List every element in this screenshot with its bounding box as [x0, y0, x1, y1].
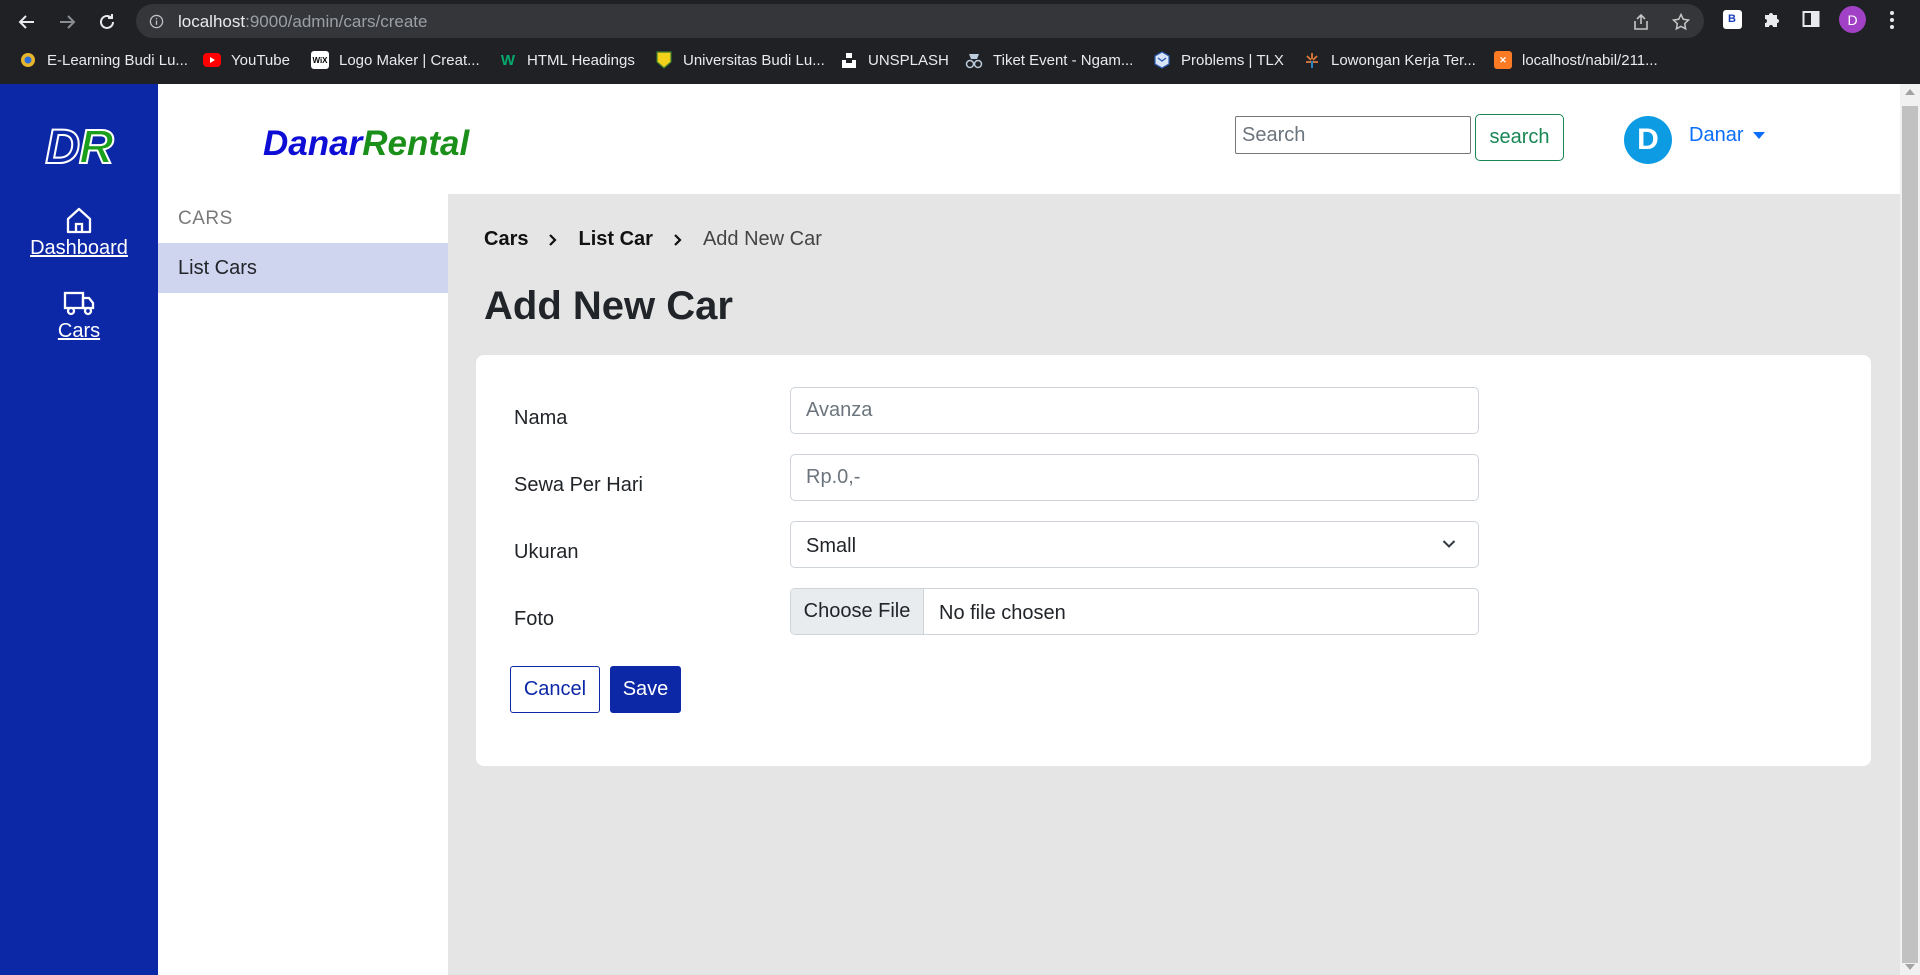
- scroll-down-arrow-icon[interactable]: [1905, 964, 1915, 970]
- address-bar[interactable]: localhost:9000/admin/cars/create: [136, 4, 1704, 38]
- form-card: Nama Sewa Per Hari Ukuran Small Foto Cho…: [476, 355, 1871, 766]
- bookmark-unsplash[interactable]: UNSPLASH: [840, 50, 949, 70]
- bookmark-tiket-event[interactable]: Tiket Event - Ngam...: [965, 50, 1133, 70]
- search-input[interactable]: [1235, 116, 1471, 154]
- rail-item-cars[interactable]: Cars: [0, 288, 158, 343]
- search-button[interactable]: search: [1475, 114, 1564, 161]
- unsplash-favicon: [840, 51, 858, 69]
- chevron-down-icon: [1442, 540, 1456, 548]
- app: DR Dashboard Cars DanarRental search D D…: [0, 84, 1920, 975]
- bookmark-problems-tlx[interactable]: Problems | TLX: [1153, 50, 1284, 70]
- sewa-per-hari-input[interactable]: [790, 454, 1479, 501]
- youtube-favicon: [203, 51, 221, 69]
- bookmark-elearning[interactable]: E-Learning Budi Lu...: [19, 50, 188, 70]
- caret-down-icon: [1753, 132, 1766, 139]
- avatar[interactable]: D: [1624, 116, 1672, 164]
- secondary-sidebar: CARS List Cars: [158, 194, 448, 975]
- bookmark-star-icon[interactable]: [1672, 13, 1690, 31]
- main-content: Cars List Car Add New Car Add New Car Na…: [448, 194, 1900, 975]
- top-header: DanarRental search D Danar: [158, 84, 1900, 194]
- ukuran-label: Ukuran: [514, 541, 579, 563]
- forward-arrow-icon[interactable]: [53, 8, 81, 36]
- site-info-icon[interactable]: [149, 14, 164, 29]
- bookmark-html-headings[interactable]: W HTML Headings: [499, 50, 635, 70]
- ticket-favicon: [965, 51, 983, 69]
- user-name: Danar: [1689, 124, 1744, 146]
- scrollbar-thumb[interactable]: [1902, 106, 1918, 963]
- bookmark-logo-maker[interactable]: WiX Logo Maker | Creat...: [311, 50, 480, 70]
- left-rail: DR Dashboard Cars: [0, 84, 158, 975]
- user-dropdown[interactable]: Danar: [1689, 124, 1766, 147]
- foto-file-input[interactable]: Choose File No file chosen: [790, 588, 1479, 635]
- browser-chrome: localhost:9000/admin/cars/create B D E-L…: [0, 0, 1920, 84]
- scroll-up-arrow-icon[interactable]: [1905, 89, 1915, 95]
- page-title: Add New Car: [484, 284, 733, 328]
- breadcrumb-current: Add New Car: [702, 228, 822, 250]
- chevron-right-icon: [674, 233, 682, 246]
- brand-logo[interactable]: DanarRental: [263, 124, 469, 164]
- nama-input[interactable]: [790, 387, 1479, 434]
- bookmark-universitas[interactable]: Universitas Budi Lu...: [655, 50, 825, 70]
- choose-file-button[interactable]: Choose File: [791, 589, 924, 634]
- back-arrow-icon[interactable]: [13, 8, 41, 36]
- home-icon: [66, 207, 92, 234]
- foto-label: Foto: [514, 608, 555, 630]
- truck-icon: [63, 291, 95, 316]
- sidebar-heading: CARS: [178, 208, 233, 229]
- bookmark-lowongan-kerja[interactable]: Lowongan Kerja Ter...: [1303, 50, 1476, 70]
- rail-item-dashboard[interactable]: Dashboard: [0, 205, 158, 260]
- extension-b-icon[interactable]: B: [1721, 8, 1743, 30]
- breadcrumb: Cars List Car Add New Car: [484, 228, 822, 251]
- side-panel-icon[interactable]: [1800, 8, 1822, 30]
- bookmarks-bar: E-Learning Budi Lu... YouTube WiX Logo M…: [0, 44, 1920, 76]
- university-favicon: [655, 51, 673, 69]
- ukuran-select[interactable]: Small: [790, 521, 1479, 568]
- breadcrumb-list-car[interactable]: List Car: [578, 228, 652, 251]
- nama-label: Nama: [514, 407, 568, 429]
- profile-avatar[interactable]: D: [1839, 6, 1866, 33]
- file-status-text: No file chosen: [939, 602, 1066, 624]
- cancel-button[interactable]: Cancel: [510, 666, 600, 713]
- breadcrumb-cars[interactable]: Cars: [484, 228, 528, 251]
- wix-favicon: WiX: [311, 51, 329, 69]
- rail-logo: DR: [44, 120, 114, 175]
- reload-icon[interactable]: [93, 8, 121, 36]
- tlx-favicon: [1153, 51, 1171, 69]
- url-text: localhost:9000/admin/cars/create: [178, 12, 428, 31]
- elearning-favicon: [19, 51, 37, 69]
- sidebar-item-list-cars[interactable]: List Cars: [158, 243, 448, 293]
- share-icon[interactable]: [1632, 13, 1650, 31]
- w3schools-favicon: W: [500, 51, 516, 69]
- page-scrollbar[interactable]: [1900, 84, 1920, 975]
- sidebar-item-label: List Cars: [178, 257, 257, 279]
- bookmark-youtube[interactable]: YouTube: [203, 50, 290, 70]
- menu-kebab-icon[interactable]: [1884, 9, 1900, 31]
- jobs-favicon: [1303, 51, 1321, 69]
- sewa-label: Sewa Per Hari: [514, 474, 643, 496]
- chevron-right-icon: [549, 233, 558, 246]
- extensions-puzzle-icon[interactable]: [1760, 8, 1782, 30]
- xampp-favicon: ✕: [1494, 51, 1512, 69]
- save-button[interactable]: Save: [610, 666, 681, 713]
- bookmark-localhost-nabil[interactable]: ✕ localhost/nabil/211...: [1494, 50, 1658, 70]
- ukuran-selected-value: Small: [806, 535, 857, 557]
